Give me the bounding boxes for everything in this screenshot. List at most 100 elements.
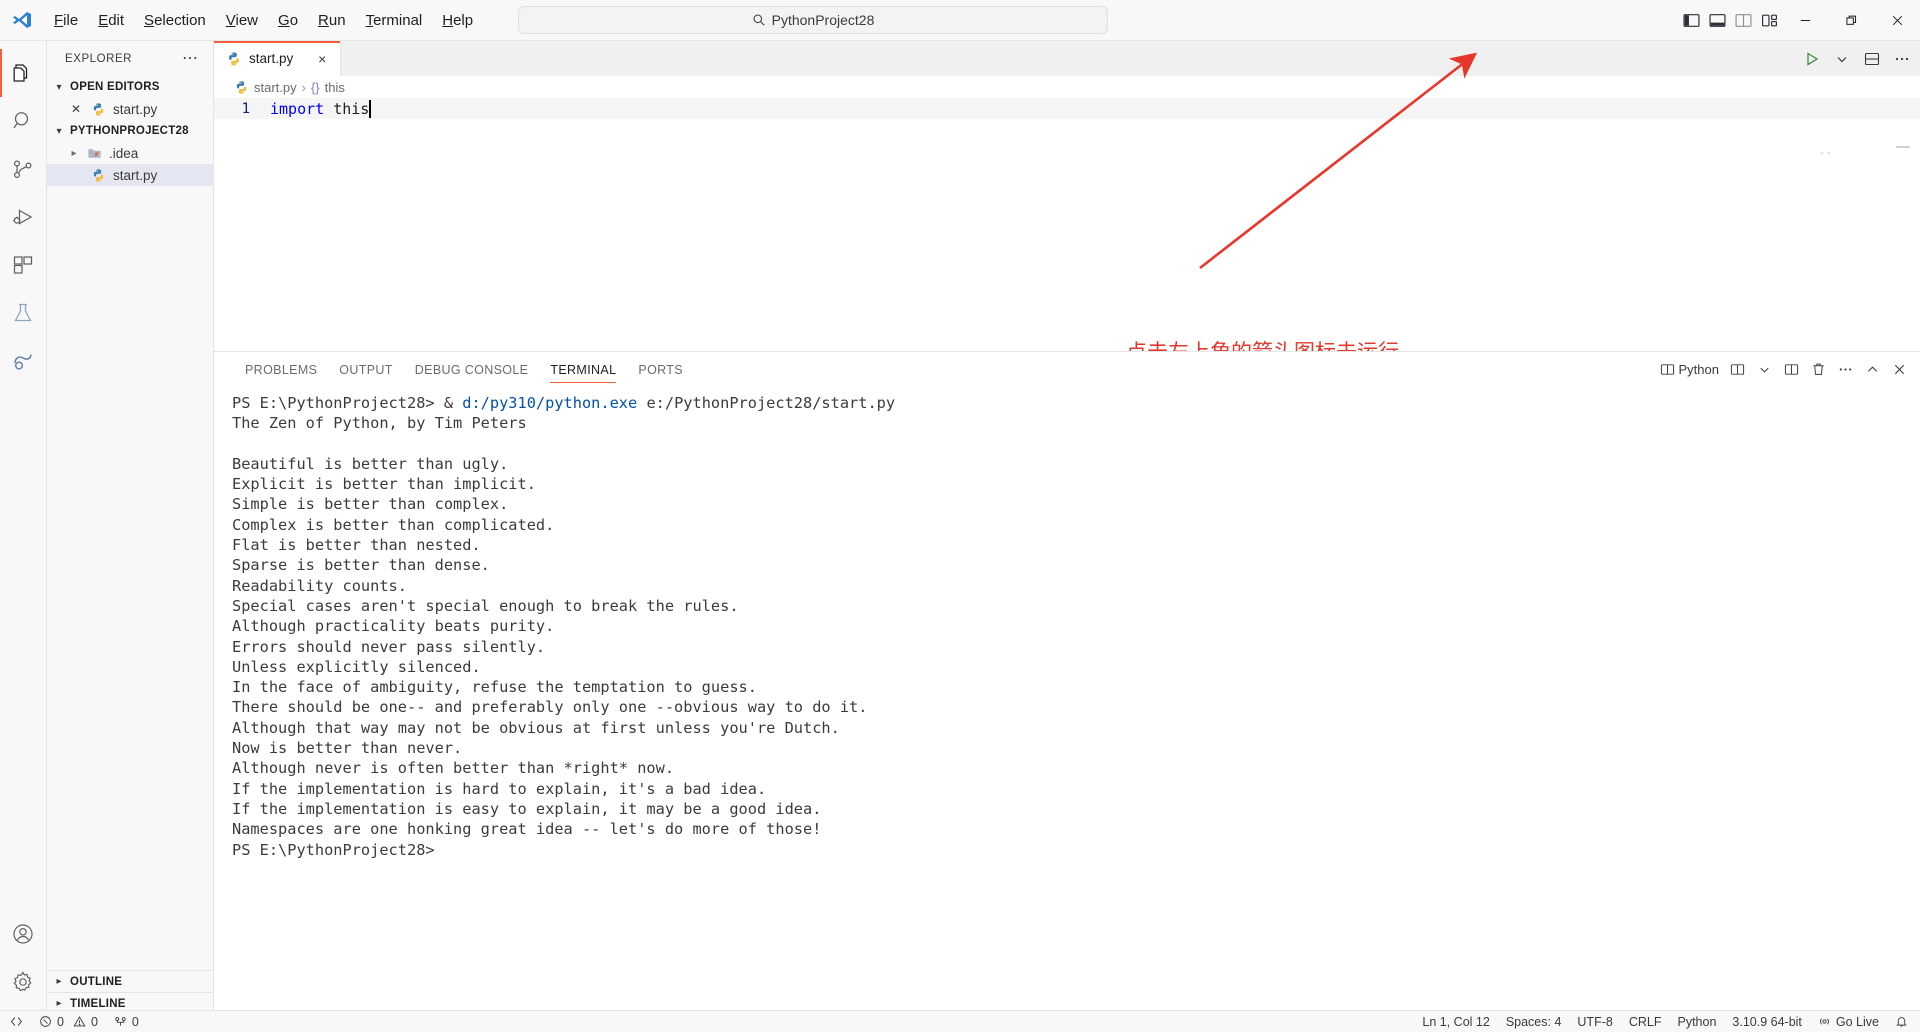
menu-run[interactable]: Run [309, 9, 355, 32]
terminal-line: Explicit is better than implicit. [232, 475, 536, 494]
status-indentation[interactable]: Spaces: 4 [1498, 1011, 1570, 1032]
menu-go[interactable]: Go [269, 9, 307, 32]
panel-actions: Python [1656, 352, 1912, 387]
terminal-line: Now is better than never. [232, 739, 463, 758]
status-python-interpreter[interactable]: 3.10.9 64-bit [1724, 1011, 1810, 1032]
split-editor-button[interactable] [1858, 45, 1886, 73]
activity-bar [0, 41, 47, 1014]
pane-outline[interactable]: ▸ OUTLINE [47, 970, 214, 992]
status-cursor-position[interactable]: Ln 1, Col 12 [1414, 1011, 1497, 1032]
customize-layout-icon[interactable] [1756, 0, 1782, 41]
code-line-1[interactable]: 1 import this [214, 98, 1920, 119]
breadcrumb-file[interactable]: start.py [254, 80, 297, 95]
panel-tab-ports[interactable]: PORTS [627, 352, 694, 387]
status-label: CRLF [1628, 1014, 1662, 1029]
activitybar-item-explorer[interactable] [0, 49, 47, 97]
panel-tab-debug-console[interactable]: DEBUG CONSOLE [404, 352, 540, 387]
terminal-line: Unless explicitly silenced. [232, 657, 481, 676]
menu-view[interactable]: View [217, 9, 267, 32]
extensions-icon [13, 256, 33, 274]
editor-tab-startpy[interactable]: start.py × [214, 41, 342, 76]
window-restore-button[interactable] [1828, 0, 1874, 41]
activitybar-item-source-control[interactable] [0, 145, 47, 193]
menu-file[interactable]: File [45, 9, 87, 32]
panel-more-actions-button[interactable] [1832, 357, 1858, 383]
close-panel-button[interactable] [1886, 357, 1912, 383]
activitybar-item-testing[interactable] [0, 289, 47, 337]
title-bar: FileEditSelectionViewGoRunTerminalHelp ←… [0, 0, 1920, 41]
panel-tab-terminal[interactable]: TERMINAL [539, 352, 627, 387]
status-encoding[interactable]: UTF-8 [1569, 1011, 1620, 1032]
activitybar-item-anaconda[interactable] [0, 337, 47, 385]
editor-more-actions-button[interactable] [1888, 45, 1916, 73]
terminal-line: Although never is often better than *rig… [232, 759, 675, 778]
toggle-primary-sidebar-icon[interactable] [1678, 0, 1704, 41]
status-language-mode[interactable]: Python [1669, 1011, 1724, 1032]
window-minimize-button[interactable] [1782, 0, 1828, 41]
open-editor-item-startpy[interactable]: ✕ start.py [47, 98, 213, 120]
close-icon[interactable]: × [314, 51, 330, 67]
tree-item-idea[interactable]: ▸ .idea [47, 142, 213, 164]
status-eol[interactable]: CRLF [1621, 1011, 1670, 1032]
toggle-secondary-sidebar-icon[interactable] [1730, 0, 1756, 41]
status-ports-button[interactable]: 0 [106, 1011, 147, 1032]
menu-edit[interactable]: Edit [89, 9, 133, 32]
breadcrumb-symbol[interactable]: this [325, 80, 345, 95]
chevron-right-icon[interactable]: ▸ [65, 148, 83, 159]
python-file-icon [87, 168, 109, 183]
activitybar-item-settings[interactable] [0, 958, 47, 1006]
anaconda-icon [14, 354, 32, 370]
toggle-panel-icon[interactable] [1704, 0, 1730, 41]
terminal-line: Although that way may not be obvious at … [232, 718, 840, 737]
menu-help[interactable]: Help [433, 9, 482, 32]
terminal-line: If the implementation is hard to explain… [232, 779, 767, 798]
sidebar-bottom-panes: ▸ OUTLINE ▸ TIMELINE [47, 970, 214, 1014]
status-notifications[interactable] [1887, 1011, 1916, 1032]
maximize-panel-button[interactable] [1859, 357, 1885, 383]
panel-tab-label: OUTPUT [339, 362, 393, 377]
chevron-down-icon: ▾ [56, 125, 62, 137]
panel-tab-problems[interactable]: PROBLEMS [234, 352, 328, 387]
section-pythonproject28[interactable]: ▾ PYTHONPROJECT28 [47, 120, 213, 142]
run-dropdown-chevron-icon[interactable] [1828, 45, 1856, 73]
window-close-button[interactable] [1874, 0, 1920, 41]
sidebar-more-actions-icon[interactable]: ⋯ [182, 51, 199, 66]
panel-tab-label: DEBUG CONSOLE [414, 362, 529, 377]
activitybar-item-extensions[interactable] [0, 241, 47, 289]
chevron-down-icon[interactable] [1751, 357, 1777, 383]
activitybar-item-run-and-debug[interactable] [0, 193, 47, 241]
close-icon[interactable]: ✕ [65, 102, 87, 116]
panel-header: PROBLEMS OUTPUT DEBUG CONSOLE TERMINAL PORTS… [214, 352, 1920, 387]
terminal-line: Errors should never pass silently. [232, 637, 546, 656]
chevron-right-icon: ▸ [56, 998, 62, 1009]
editor-tab-label: start.py [249, 51, 294, 66]
status-remote-button[interactable] [2, 1011, 31, 1032]
tree-item-startpy[interactable]: start.py [47, 164, 213, 186]
status-label: Python [1677, 1014, 1717, 1029]
quick-open-search[interactable]: PythonProject28 [518, 6, 1108, 34]
terminal-prompt-line: PS E:\PythonProject28> [232, 840, 1920, 860]
new-terminal-profile-button[interactable] [1724, 357, 1750, 383]
terminal-output[interactable]: PS E:\PythonProject28> & d:/py310/python… [214, 387, 1920, 1014]
run-python-file-button[interactable] [1798, 45, 1826, 73]
terminal-output-lines: The Zen of Python, by Tim Peters Beautif… [232, 413, 1920, 839]
status-go-live[interactable]: Go Live [1810, 1011, 1887, 1032]
activitybar-item-search[interactable] [0, 97, 47, 145]
activitybar-item-accounts[interactable] [0, 910, 47, 958]
terminal-prompt: PS E:\PythonProject28> [232, 394, 435, 412]
section-open-editors[interactable]: ▾ OPEN EDITORS [47, 76, 213, 98]
terminal-command-line: PS E:\PythonProject28> & d:/py310/python… [232, 393, 1920, 413]
status-problems-button[interactable]: 0 0 [31, 1011, 106, 1032]
code-editor[interactable]: 1 import this -- 点击左上角的箭头图标去运行 [214, 98, 1920, 364]
status-label: 3.10.9 64-bit [1732, 1014, 1802, 1029]
kill-terminal-button[interactable] [1805, 357, 1831, 383]
menu-bar: File Edit Selection View Go Run Terminal Help [44, 0, 483, 40]
panel-tab-label: PROBLEMS [245, 362, 318, 377]
menu-selection[interactable]: Selection [135, 9, 215, 32]
bell-icon [1896, 1017, 1907, 1027]
split-terminal-button[interactable] [1778, 357, 1804, 383]
menu-terminal[interactable]: Terminal [357, 9, 432, 32]
terminal-amp: & [434, 394, 463, 412]
launch-profile-button[interactable]: Python [1656, 357, 1723, 383]
panel-tab-output[interactable]: OUTPUT [328, 352, 404, 387]
